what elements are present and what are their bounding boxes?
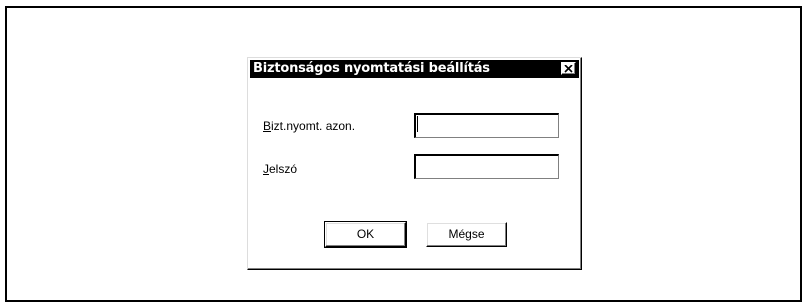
secure-print-id-input[interactable]: [414, 113, 559, 138]
cancel-button[interactable]: Mégse: [426, 222, 507, 247]
secure-print-id-field-wrap: [414, 113, 559, 138]
dialog-title: Biztonságos nyomtatási beállítás: [253, 61, 490, 76]
text-caret: [417, 116, 418, 132]
password-field-wrap: [414, 154, 559, 179]
password-label: Jelszó: [263, 162, 298, 176]
ok-button[interactable]: OK: [324, 221, 407, 248]
password-input[interactable]: [414, 154, 559, 179]
close-button[interactable]: [561, 62, 576, 75]
screenshot-frame: Biztonságos nyomtatási beállítás Bizt.ny…: [5, 6, 802, 302]
secure-print-id-label: Bizt.nyomt. azon.: [263, 119, 356, 133]
title-bar[interactable]: Biztonságos nyomtatási beállítás: [250, 60, 579, 78]
close-icon: [564, 64, 573, 73]
secure-print-dialog: Biztonságos nyomtatási beállítás Bizt.ny…: [247, 57, 582, 270]
